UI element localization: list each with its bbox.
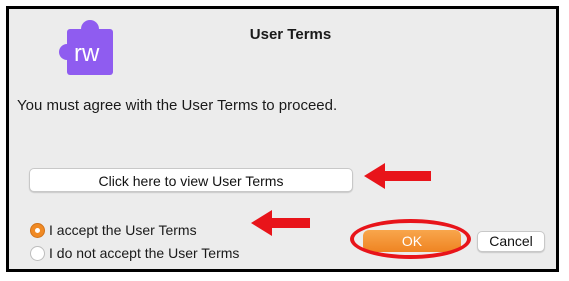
accept-terms-option[interactable]: I accept the User Terms xyxy=(30,222,197,238)
accept-terms-label: I accept the User Terms xyxy=(49,222,197,238)
annotation-arrow-accept xyxy=(251,210,310,236)
cancel-button[interactable]: Cancel xyxy=(477,231,545,252)
puzzle-piece-app-icon: rw xyxy=(59,20,113,75)
decline-terms-label: I do not accept the User Terms xyxy=(49,245,240,261)
view-user-terms-button[interactable]: Click here to view User Terms xyxy=(29,168,353,192)
radio-selected-icon[interactable] xyxy=(30,222,45,238)
radio-unselected-icon[interactable] xyxy=(30,245,45,261)
user-terms-dialog: rw User Terms You must agree with the Us… xyxy=(6,6,559,272)
annotation-arrow-view-terms xyxy=(364,163,431,189)
dialog-title: User Terms xyxy=(249,26,332,43)
dialog-message: You must agree with the User Terms to pr… xyxy=(17,97,338,114)
decline-terms-option[interactable]: I do not accept the User Terms xyxy=(30,245,239,261)
annotation-circle-ok xyxy=(350,219,471,259)
app-icon-text: rw xyxy=(74,40,100,67)
